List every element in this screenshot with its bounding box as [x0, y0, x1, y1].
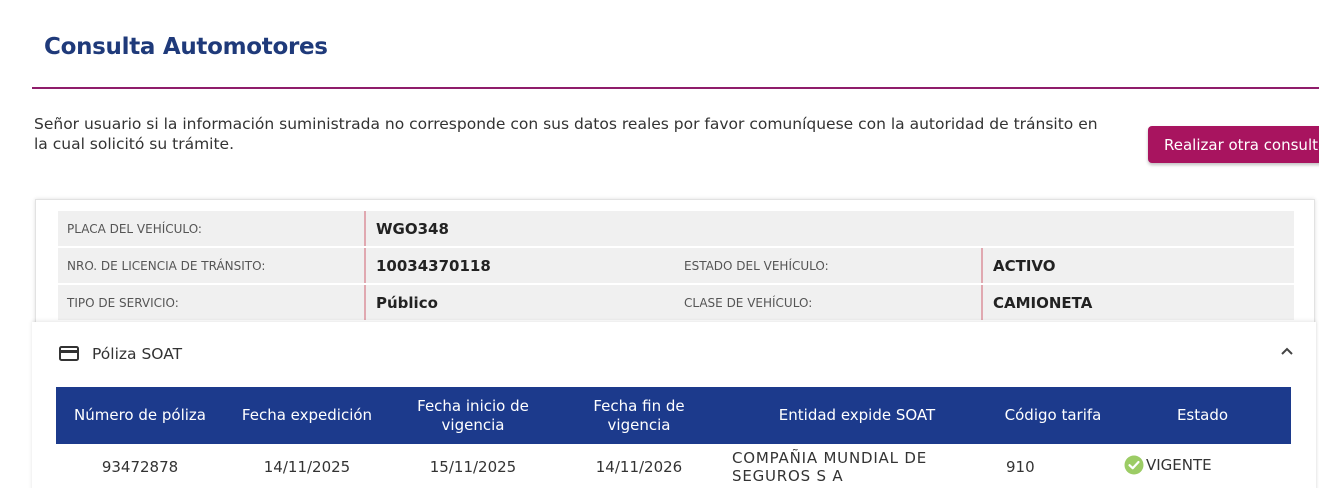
info-row-service: TIPO DE SERVICIO: Público CLASE DE VEHÍC… — [58, 285, 1294, 320]
page-title: Consulta Automotores — [44, 34, 328, 60]
vehicle-status-value: ACTIVO — [981, 248, 1056, 283]
soat-panel-header[interactable]: Póliza SOAT — [32, 322, 1316, 384]
chevron-up-icon[interactable] — [1280, 346, 1294, 356]
vehicle-class-label: CLASE DE VEHÍCULO: — [684, 296, 813, 310]
vehicle-status-label: ESTADO DEL VEHÍCULO: — [684, 259, 829, 273]
soat-panel: Póliza SOAT Número de póliza Fecha exped… — [32, 322, 1316, 488]
start-date-cell: 15/11/2025 — [429, 458, 517, 476]
col-header-tariff-code: Código tarifa — [992, 387, 1114, 444]
issuer-cell: COMPAÑIA MUNDIAL DE SEGUROS S A — [732, 449, 927, 485]
table-row: 93472878 14/11/2025 15/11/2025 14/11/202… — [56, 444, 1291, 488]
soat-table-header-row: Número de póliza Fecha expedición Fecha … — [56, 387, 1291, 444]
license-label: NRO. DE LICENCIA DE TRÁNSITO: — [67, 259, 266, 273]
vehicle-class-value: CAMIONETA — [981, 285, 1092, 320]
vehicle-info-grid: PLACA DEL VEHÍCULO: WGO348 NRO. DE LICEN… — [58, 211, 1294, 322]
info-notice: Señor usuario si la información suminist… — [34, 115, 1098, 153]
status-cell: VIGENTE — [1114, 444, 1291, 488]
tariff-code-cell: 910 — [1006, 458, 1035, 476]
col-header-issue-date: Fecha expedición — [224, 387, 390, 444]
info-row-license: NRO. DE LICENCIA DE TRÁNSITO: 1003437011… — [58, 248, 1294, 283]
col-header-status: Estado — [1114, 387, 1291, 444]
plate-value: WGO348 — [364, 211, 449, 246]
col-header-start-date: Fecha inicio de vigencia — [390, 387, 556, 444]
soat-panel-title: Póliza SOAT — [92, 345, 183, 363]
title-divider — [32, 87, 1319, 89]
status-badge: VIGENTE — [1124, 455, 1212, 475]
issue-date-cell: 14/11/2025 — [263, 458, 351, 476]
check-circle-icon — [1124, 455, 1144, 475]
service-value: Público — [364, 285, 438, 320]
service-label: TIPO DE SERVICIO: — [67, 296, 179, 310]
col-header-end-date: Fecha fin de vigencia — [556, 387, 722, 444]
soat-table: Número de póliza Fecha expedición Fecha … — [56, 387, 1291, 488]
license-value: 10034370118 — [364, 248, 491, 283]
credit-card-icon — [59, 346, 79, 361]
col-header-policy-number: Número de póliza — [56, 387, 224, 444]
col-header-issuer: Entidad expide SOAT — [722, 387, 992, 444]
plate-label: PLACA DEL VEHÍCULO: — [67, 222, 202, 236]
status-text: VIGENTE — [1146, 456, 1212, 474]
policy-number-cell: 93472878 — [101, 458, 179, 476]
new-query-button[interactable]: Realizar otra consulta — [1148, 126, 1319, 163]
end-date-cell: 14/11/2026 — [595, 458, 683, 476]
info-row-plate: PLACA DEL VEHÍCULO: WGO348 — [58, 211, 1294, 246]
